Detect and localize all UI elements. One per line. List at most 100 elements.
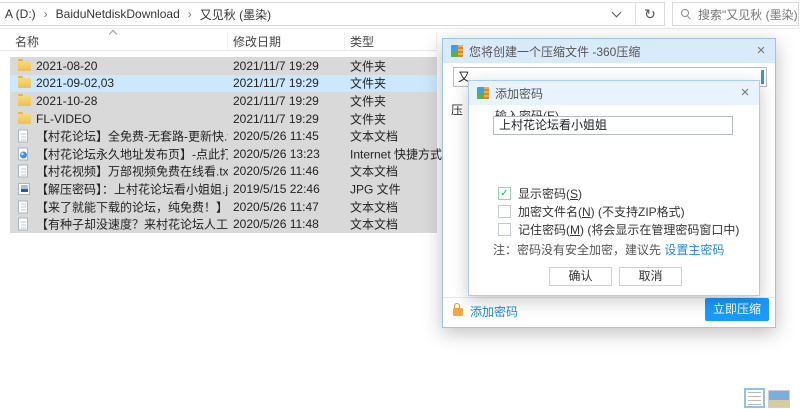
remember-password-checkbox[interactable]: ✓ 记住密码(M) (将会显示在管理密码窗口中) bbox=[498, 221, 739, 238]
file-type: 文件夹 bbox=[350, 92, 386, 109]
file-name: 【有种子却没速度？来村花论坛人工加... bbox=[36, 216, 228, 233]
lock-icon bbox=[453, 308, 463, 316]
file-row[interactable]: 【村花论坛永久地址发布页】-点此打开 2020/5/26 13:23 Inter… bbox=[10, 145, 437, 163]
file-name: 【解压密码】：上村花论坛看小姐姐.jpg bbox=[36, 180, 228, 197]
file-date: 2020/5/26 11:45 bbox=[233, 129, 319, 143]
checkbox-label: 显示密码(S) bbox=[518, 185, 582, 202]
360zip-app-icon bbox=[477, 87, 489, 99]
breadcrumb: A (D:) › BaiduNetdiskDownload › 又见秋 (墨染) bbox=[0, 6, 271, 23]
taskbar-thumbnail-list-icon[interactable] bbox=[744, 388, 765, 408]
password-note: 注：密码没有安全加密，建议先 设置主密码 bbox=[493, 241, 724, 258]
file-row[interactable]: 【有种子却没速度？来村花论坛人工加... 2020/5/26 11:48 文本文… bbox=[10, 215, 437, 233]
text-file-icon bbox=[18, 200, 28, 213]
file-name: 2021-09-02,03 bbox=[36, 76, 114, 90]
file-type: 文本文档 bbox=[350, 163, 398, 180]
internet-shortcut-icon bbox=[18, 147, 28, 160]
taskbar-thumbnail-photo-icon[interactable] bbox=[768, 390, 790, 408]
search-placeholder: 搜索"又见秋 (墨染)" bbox=[698, 6, 799, 23]
column-header-type[interactable]: 类型 bbox=[350, 33, 374, 50]
column-divider[interactable] bbox=[436, 32, 437, 49]
file-row[interactable]: 2021-08-20 2021/11/7 19:29 文件夹 bbox=[10, 57, 437, 75]
file-type: Internet 快捷方式 bbox=[350, 145, 442, 162]
file-date: 2021/11/7 19:29 bbox=[233, 112, 319, 126]
breadcrumb-separator-icon: › bbox=[188, 7, 192, 21]
file-date: 2020/5/26 11:48 bbox=[233, 217, 319, 231]
file-name: 2021-10-28 bbox=[36, 94, 97, 108]
breadcrumb-item-folder[interactable]: BaiduNetdiskDownload bbox=[56, 7, 180, 21]
file-row[interactable]: 【村花论坛】全免费-无套路-更新快.txt 2020/5/26 11:45 文本… bbox=[10, 127, 437, 145]
file-row[interactable]: 【来了就能下载的论坛，纯免费！】.txt 2020/5/26 11:47 文本文… bbox=[10, 198, 437, 216]
file-name: 【村花视频】万部视频免费在线看.txt bbox=[36, 163, 228, 180]
file-name: FL-VIDEO bbox=[36, 112, 91, 126]
file-list-rows: 2021-08-20 2021/11/7 19:29 文件夹 2021-09-0… bbox=[10, 57, 437, 234]
breadcrumb-item-current[interactable]: 又见秋 (墨染) bbox=[200, 6, 271, 23]
close-icon[interactable]: × bbox=[752, 42, 770, 60]
file-date: 2021/11/7 19:29 bbox=[233, 76, 319, 90]
file-name: 2021-08-20 bbox=[36, 59, 97, 73]
compress-config-label-partial: 压 bbox=[451, 101, 463, 118]
file-name: 【村花论坛永久地址发布页】-点此打开 bbox=[36, 145, 228, 162]
input-focus-edge bbox=[761, 70, 764, 84]
file-date: 2021/11/7 19:29 bbox=[233, 59, 319, 73]
column-header-name[interactable]: 名称 bbox=[15, 33, 39, 50]
compress-dialog-titlebar[interactable]: 您将创建一个压缩文件 -360压缩 bbox=[443, 39, 775, 63]
folder-icon bbox=[18, 78, 31, 88]
file-type: 文件夹 bbox=[350, 57, 386, 74]
chevron-down-icon[interactable] bbox=[612, 8, 622, 18]
file-date: 2020/5/26 13:23 bbox=[233, 147, 320, 161]
column-divider[interactable] bbox=[227, 32, 228, 49]
checkbox-label: 记住密码(M) (将会显示在管理密码窗口中) bbox=[518, 221, 739, 238]
search-icon bbox=[681, 9, 691, 19]
compress-now-button[interactable]: 立即压缩 bbox=[705, 298, 769, 321]
text-file-icon bbox=[18, 218, 28, 231]
add-password-link[interactable]: 添加密码 bbox=[453, 301, 518, 323]
address-bar-controls: ↻ bbox=[605, 3, 664, 25]
explorer-window: A (D:) › BaiduNetdiskDownload › 又见秋 (墨染)… bbox=[0, 0, 800, 409]
file-date: 2021/11/7 19:29 bbox=[233, 94, 319, 108]
folder-icon bbox=[18, 114, 31, 124]
checkbox-icon[interactable]: ✓ bbox=[498, 205, 511, 218]
password-input[interactable]: 上村花论坛看小姐姐 bbox=[493, 116, 733, 135]
jpg-file-icon bbox=[18, 183, 30, 195]
column-header-date[interactable]: 修改日期 bbox=[233, 33, 281, 50]
check-icon: ✓ bbox=[500, 188, 508, 199]
add-password-dialog-titlebar[interactable]: 添加密码 bbox=[469, 81, 759, 105]
file-type: JPG 文件 bbox=[350, 180, 401, 197]
encrypt-filename-checkbox[interactable]: ✓ 加密文件名(N) (不支持ZIP格式) bbox=[498, 203, 685, 220]
file-row[interactable]: 【村花视频】万部视频免费在线看.txt 2020/5/26 11:46 文本文档 bbox=[10, 163, 437, 181]
cancel-button[interactable]: 取消 bbox=[619, 267, 682, 286]
add-password-dialog-title: 添加密码 bbox=[495, 85, 543, 102]
checkbox-icon[interactable]: ✓ bbox=[498, 187, 511, 200]
text-file-icon bbox=[18, 165, 28, 178]
confirm-button[interactable]: 确认 bbox=[549, 267, 612, 286]
360zip-app-icon bbox=[451, 45, 463, 57]
file-date: 2019/5/15 22:46 bbox=[233, 182, 320, 196]
file-type: 文本文档 bbox=[350, 198, 398, 215]
file-row[interactable]: 2021-09-02,03 2021/11/7 19:29 文件夹 bbox=[10, 75, 437, 93]
compress-dialog-title: 您将创建一个压缩文件 -360压缩 bbox=[469, 43, 640, 60]
show-password-checkbox[interactable]: ✓ 显示密码(S) bbox=[498, 185, 582, 202]
file-name: 【村花论坛】全免费-无套路-更新快.txt bbox=[36, 128, 228, 145]
set-master-password-link[interactable]: 设置主密码 bbox=[664, 243, 724, 257]
file-row[interactable]: 【解压密码】：上村花论坛看小姐姐.jpg 2019/5/15 22:46 JPG… bbox=[10, 180, 437, 198]
file-row[interactable]: 2021-10-28 2021/11/7 19:29 文件夹 bbox=[10, 92, 437, 110]
close-icon[interactable]: × bbox=[736, 84, 754, 102]
breadcrumb-separator-icon: › bbox=[44, 7, 48, 21]
sort-ascending-icon bbox=[109, 30, 117, 38]
column-divider[interactable] bbox=[344, 32, 345, 49]
search-input[interactable]: 搜索"又见秋 (墨染)" bbox=[672, 2, 799, 26]
file-type: 文本文档 bbox=[350, 128, 398, 145]
file-type: 文件夹 bbox=[350, 110, 386, 127]
file-type: 文件夹 bbox=[350, 75, 386, 92]
text-file-icon bbox=[18, 130, 28, 143]
folder-icon bbox=[18, 96, 31, 106]
add-password-dialog: 添加密码 × 输入密码(E) 上村花论坛看小姐姐 ✓ 显示密码(S) ✓ 加密文… bbox=[468, 80, 760, 296]
refresh-icon[interactable]: ↻ bbox=[636, 3, 664, 25]
checkbox-icon[interactable]: ✓ bbox=[498, 223, 511, 236]
divider bbox=[0, 28, 800, 29]
file-row[interactable]: FL-VIDEO 2021/11/7 19:29 文件夹 bbox=[10, 110, 437, 128]
address-bar[interactable]: A (D:) › BaiduNetdiskDownload › 又见秋 (墨染)… bbox=[0, 2, 665, 26]
breadcrumb-item-drive[interactable]: A (D:) bbox=[5, 7, 36, 21]
folder-icon bbox=[18, 61, 31, 71]
file-date: 2020/5/26 11:47 bbox=[233, 200, 319, 214]
